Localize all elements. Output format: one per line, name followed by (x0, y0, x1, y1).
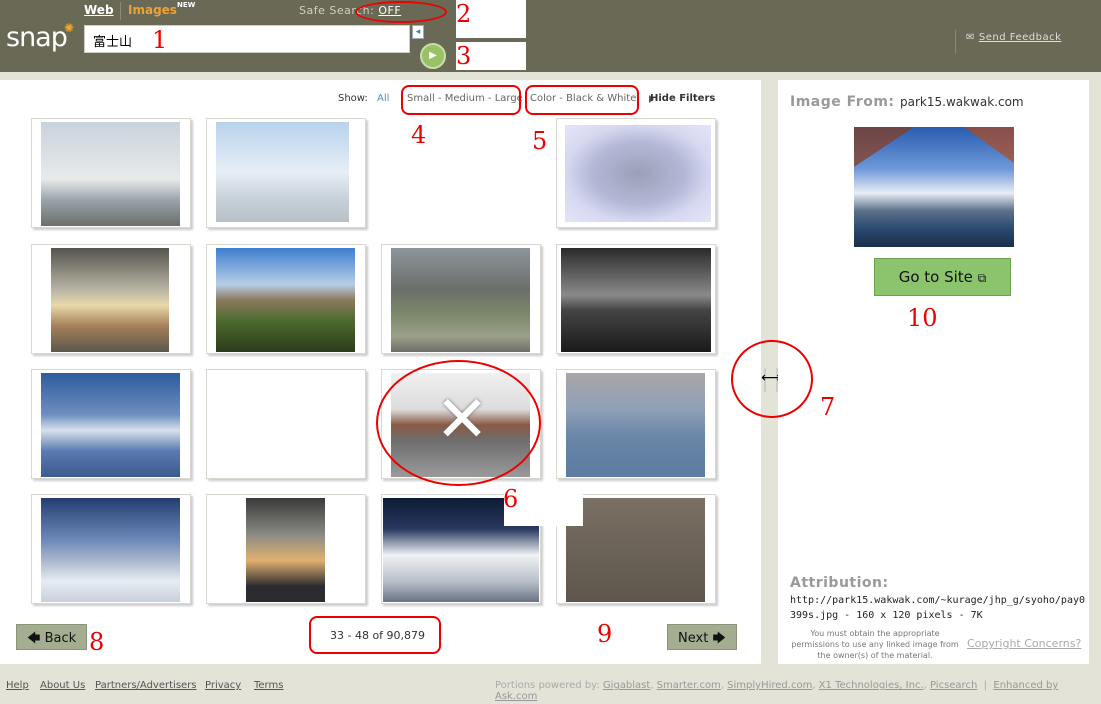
image-result[interactable] (31, 244, 191, 354)
powered-link[interactable]: Picsearch (930, 680, 977, 691)
annotation-number: 2 (456, 0, 472, 28)
annotation-number: 6 (503, 485, 519, 513)
powered-label: Portions powered by: (495, 680, 600, 691)
footer-link-terms[interactable]: Terms (254, 680, 283, 691)
result-thumbnail (41, 498, 180, 602)
annotation-box (401, 85, 521, 115)
send-feedback-link[interactable]: ✉ Send Feedback (966, 32, 1061, 43)
powered-link[interactable]: X1 Technologies, Inc. (819, 680, 924, 691)
image-result[interactable] (206, 494, 366, 604)
annotation-ring (355, 1, 447, 23)
annotation-box (309, 616, 441, 654)
back-button[interactable]: 🡄 Back (16, 624, 88, 650)
goto-label: Go to Site (898, 268, 973, 286)
footer-link-privacy[interactable]: Privacy (205, 680, 241, 691)
result-thumbnail (216, 122, 349, 222)
logo-sun-icon: ✺ (64, 21, 75, 35)
image-result[interactable] (31, 369, 191, 479)
result-thumbnail (566, 498, 705, 602)
next-label: Next (678, 631, 709, 646)
powered-link[interactable]: Smarter.com (657, 680, 721, 691)
tab-images[interactable]: Images (128, 3, 177, 17)
annotation-number: 4 (411, 121, 427, 149)
go-to-site-button[interactable]: Go to Site ⧉ (874, 258, 1011, 296)
powered-by: Portions powered by: Gigablast, Smarter.… (495, 680, 1059, 702)
result-thumbnail (216, 248, 355, 352)
hide-filters-link[interactable]: Hide Filters (650, 93, 715, 104)
tab-web[interactable]: Web (84, 3, 114, 17)
image-result-broken[interactable] (206, 369, 366, 479)
image-result[interactable] (556, 118, 716, 228)
permission-note: You must obtain the appropriate permissi… (791, 629, 959, 660)
arrow-left-icon: 🡄 (27, 631, 41, 646)
image-result[interactable] (206, 244, 366, 354)
image-result[interactable] (556, 369, 716, 479)
annotation-box (525, 85, 639, 115)
tab-divider (120, 2, 121, 20)
image-result[interactable] (381, 244, 541, 354)
powered-link[interactable]: SimplyHired.com (727, 680, 812, 691)
image-from-label: Image From: (790, 94, 895, 110)
feedback-label: Send Feedback (978, 32, 1062, 43)
result-thumbnail (41, 373, 180, 477)
result-thumbnail (246, 498, 325, 602)
annotation-number: 3 (456, 42, 472, 70)
arrow-right-icon: 🡆 (712, 631, 726, 646)
result-thumbnail (561, 248, 711, 352)
copyright-concerns-link[interactable]: Copyright Concerns? (967, 637, 1081, 650)
show-label: Show: (338, 93, 368, 104)
image-result[interactable] (31, 118, 191, 228)
search-input[interactable]: 富士山 (84, 25, 410, 53)
result-thumbnail (51, 248, 169, 352)
filter-bar: Show: All Small - Medium - Large Color -… (0, 92, 765, 108)
image-result[interactable] (556, 244, 716, 354)
powered-link[interactable]: Gigablast (603, 680, 650, 691)
result-thumbnail (565, 125, 711, 222)
footer-link-about[interactable]: About Us (40, 680, 85, 691)
preview-leaves (854, 127, 914, 167)
keyboard-icon[interactable]: ◂ (412, 25, 424, 39)
result-thumbnail (391, 248, 530, 352)
envelope-icon: ✉ (966, 32, 975, 43)
footer-link-help[interactable]: Help (6, 680, 29, 691)
footer-link-partners[interactable]: Partners/Advertisers (95, 680, 197, 691)
header-divider (955, 30, 956, 54)
annotation-number: 5 (532, 127, 548, 155)
annotation-ring (376, 360, 541, 486)
snap-logo[interactable]: snap (6, 22, 68, 53)
image-result[interactable] (206, 118, 366, 228)
footer: Help About Us Partners/Advertisers Priva… (0, 668, 1101, 704)
annotation-number: 9 (597, 620, 613, 648)
filter-all[interactable]: All (377, 93, 389, 104)
annotation-ring (731, 340, 813, 418)
result-thumbnail (41, 122, 180, 226)
annotation-number: 8 (89, 628, 105, 656)
back-label: Back (44, 631, 77, 646)
external-link-icon: ⧉ (977, 271, 987, 285)
attribution-url: http://park15.wakwak.com/~kurage/jhp_g/s… (790, 595, 1086, 621)
next-button[interactable]: Next 🡆 (667, 624, 737, 650)
annotation-number: 1 (152, 26, 168, 54)
result-thumbnail (566, 373, 705, 477)
annotation-number: 7 (820, 393, 836, 421)
image-from-host: park15.wakwak.com (900, 95, 1024, 109)
new-badge: NEW (177, 1, 196, 9)
preview-image[interactable] (854, 127, 1014, 247)
search-go-button[interactable]: ▶ (420, 43, 446, 69)
attribution-label: Attribution: (790, 575, 889, 591)
annotation-number: 10 (907, 304, 938, 332)
image-result[interactable] (31, 494, 191, 604)
preview-leaves (964, 127, 1014, 163)
